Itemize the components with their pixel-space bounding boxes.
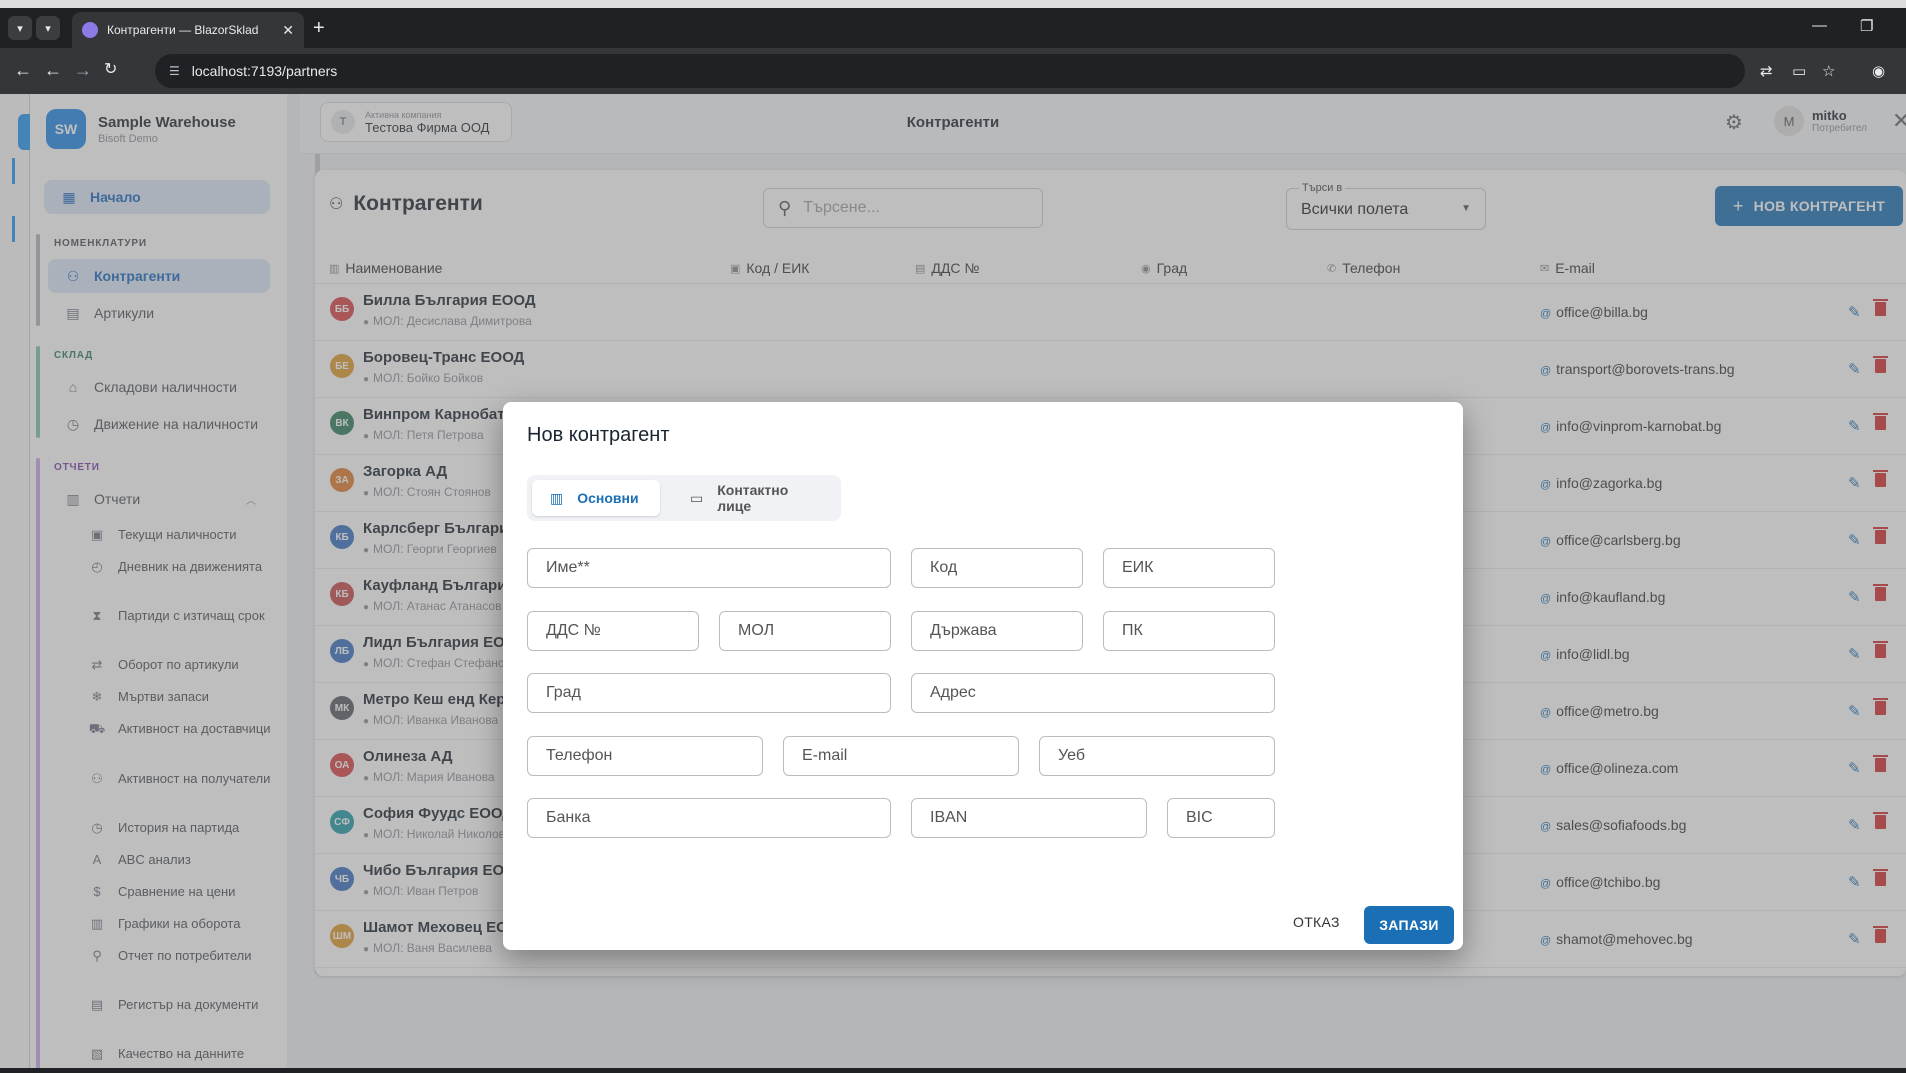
- country-field[interactable]: [911, 611, 1083, 651]
- web-field[interactable]: [1039, 736, 1275, 776]
- tab-search-button[interactable]: ▾: [8, 16, 32, 40]
- url-text: localhost:7193/partners: [191, 63, 338, 79]
- email-input[interactable]: [784, 737, 1018, 775]
- forward-icon[interactable]: →: [74, 60, 92, 80]
- minimize-icon[interactable]: —: [1812, 17, 1827, 34]
- tab-label: Контактно лице: [717, 482, 789, 514]
- building-icon: ▥: [550, 489, 564, 506]
- name-field[interactable]: [527, 548, 891, 588]
- dialog-tabs: ▥ Основни ▭ Контактно лице: [527, 475, 841, 521]
- bank-input[interactable]: [528, 799, 890, 837]
- web-input[interactable]: [1040, 737, 1274, 775]
- bookmark-star-icon[interactable]: ☆: [1822, 62, 1835, 80]
- phone-field[interactable]: [527, 736, 763, 776]
- tab-list-button[interactable]: ▾: [36, 16, 60, 40]
- app-root: SW Sample Warehouse Bisoft Demo ▦ Начало…: [0, 94, 1906, 1073]
- iban-input[interactable]: [912, 799, 1146, 837]
- browser-tab-active[interactable]: Контрагенти — BlazorSklad ✕: [72, 12, 304, 48]
- address-input[interactable]: [912, 674, 1274, 712]
- tab-contact[interactable]: ▭ Контактно лице: [672, 480, 841, 516]
- city-input[interactable]: [528, 674, 890, 712]
- back-icon[interactable]: ←: [44, 60, 62, 80]
- city-field[interactable]: [527, 673, 891, 713]
- save-button[interactable]: ЗАПАЗИ: [1364, 906, 1454, 944]
- address-field[interactable]: [911, 673, 1275, 713]
- reload-icon[interactable]: ↻: [104, 60, 117, 80]
- tab-label: Основни: [577, 490, 639, 506]
- bic-field[interactable]: [1167, 798, 1275, 838]
- name-input[interactable]: [528, 549, 890, 587]
- profile-icon[interactable]: ◉: [1872, 62, 1885, 80]
- mol-field[interactable]: [719, 611, 891, 651]
- country-input[interactable]: [912, 612, 1082, 650]
- site-favicon-icon: [82, 22, 98, 38]
- window-bottom-edge: [0, 1068, 1906, 1073]
- vat-input[interactable]: [528, 612, 698, 650]
- mol-input[interactable]: [720, 612, 890, 650]
- iban-field[interactable]: [911, 798, 1147, 838]
- zip-field[interactable]: [1103, 611, 1275, 651]
- restore-icon[interactable]: ❐: [1860, 17, 1873, 35]
- bank-field[interactable]: [527, 798, 891, 838]
- new-partner-dialog: Нов контрагент ▥ Основни ▭ Контактно лиц…: [503, 402, 1463, 950]
- cancel-button[interactable]: ОТКАЗ: [1293, 914, 1340, 930]
- phone-input[interactable]: [528, 737, 762, 775]
- eik-input[interactable]: [1104, 549, 1274, 587]
- dialog-title: Нов контрагент: [527, 424, 670, 446]
- translate-icon[interactable]: ⇄: [1760, 62, 1773, 80]
- chevron-down-icon: ▾: [45, 22, 51, 35]
- browser-address-bar: ← ← → ↻ ☰ localhost:7193/partners ⇄ ▭ ☆ …: [0, 48, 1906, 94]
- url-field[interactable]: ☰ localhost:7193/partners: [155, 54, 1745, 88]
- window-top-edge: [0, 0, 1906, 8]
- site-info-icon[interactable]: ☰: [169, 64, 180, 78]
- tab-main[interactable]: ▥ Основни: [532, 480, 660, 516]
- contact-card-icon: ▭: [690, 489, 704, 506]
- close-tab-icon[interactable]: ✕: [282, 22, 294, 39]
- chevron-down-icon: ▾: [17, 22, 23, 35]
- browser-tab-title: Контрагенти — BlazorSklad: [107, 23, 259, 37]
- code-field[interactable]: [911, 548, 1083, 588]
- eik-field[interactable]: [1103, 548, 1275, 588]
- new-tab-button[interactable]: +: [313, 18, 325, 38]
- browser-tab-bar: ▾ ▾ Контрагенти — BlazorSklad ✕ + — ❐: [0, 8, 1906, 48]
- bic-input[interactable]: [1168, 799, 1274, 837]
- email-field[interactable]: [783, 736, 1019, 776]
- vat-field[interactable]: [527, 611, 699, 651]
- code-input[interactable]: [912, 549, 1082, 587]
- back-icon[interactable]: ←: [14, 60, 32, 80]
- zip-input[interactable]: [1104, 612, 1274, 650]
- cast-icon[interactable]: ▭: [1792, 62, 1806, 80]
